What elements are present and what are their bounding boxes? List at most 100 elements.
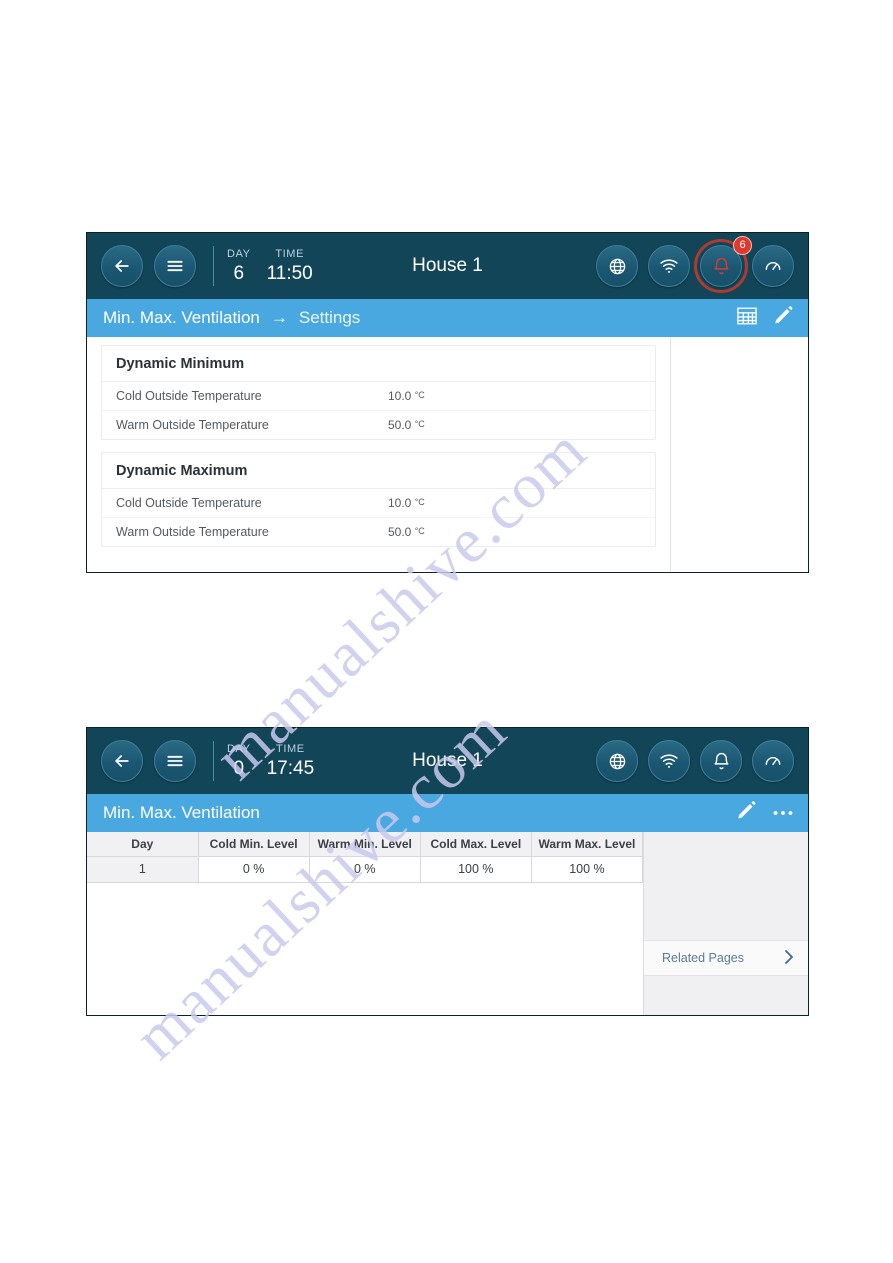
panel2-topbar: DAY 0 TIME 17:45 House 1 <box>87 728 808 794</box>
panel1-right-column <box>671 337 808 572</box>
column-header-warm-min-level[interactable]: Warm Min. Level <box>308 832 421 857</box>
cell-warm-min-level[interactable]: 0 % <box>308 855 421 883</box>
wifi-icon <box>659 751 679 771</box>
network-button[interactable] <box>596 245 638 287</box>
table-header-row: Day Cold Min. Level Warm Min. Level Cold… <box>87 832 644 857</box>
setting-label: Cold Outside Temperature <box>116 389 262 403</box>
setting-value: 50.0 °C <box>388 525 425 539</box>
panel2-subbar: Min. Max. Ventilation <box>87 794 808 832</box>
setting-row[interactable]: Cold Outside Temperature 10.0 °C <box>102 489 655 518</box>
device-screenshot-panel-2: DAY 0 TIME 17:45 House 1 Min. Max. Venti… <box>86 727 809 1016</box>
alarm-count-badge: 6 <box>733 236 752 255</box>
cell-warm-max-level[interactable]: 100 % <box>530 855 644 883</box>
ventilation-table: Day Cold Min. Level Warm Min. Level Cold… <box>87 832 644 883</box>
panel2-body: Day Cold Min. Level Warm Min. Level Cold… <box>87 832 808 1015</box>
time-cell: TIME 17:45 <box>267 742 315 781</box>
breadcrumb-arrow-icon: → <box>270 308 288 327</box>
unit-label: °C <box>414 419 425 429</box>
related-pages-label: Related Pages <box>662 951 745 965</box>
day-cell: DAY 6 <box>227 247 251 286</box>
breadcrumb-item-ventilation[interactable]: Min. Max. Ventilation <box>103 308 260 328</box>
alarm-button-wrapper[interactable]: 6 <box>694 236 752 293</box>
alarm-button[interactable] <box>700 740 742 782</box>
card-title: Dynamic Minimum <box>102 346 655 382</box>
globe-icon <box>608 257 627 276</box>
time-cell: TIME 11:50 <box>267 247 313 286</box>
table-row[interactable]: 1 0 % 0 % 100 % 100 % <box>87 855 644 883</box>
panel1-topbar: DAY 6 TIME 11:50 House 1 6 <box>87 233 808 299</box>
setting-row[interactable]: Warm Outside Temperature 50.0 °C <box>102 411 655 439</box>
panel1-topbar-actions: 6 <box>596 236 794 293</box>
panel2-subbar-actions <box>721 800 794 826</box>
unit-label: °C <box>414 497 425 507</box>
ventilation-table-container: Day Cold Min. Level Warm Min. Level Cold… <box>87 832 644 1015</box>
menu-button[interactable] <box>154 740 196 782</box>
column-header-cold-min-level[interactable]: Cold Min. Level <box>197 832 310 857</box>
panel2-sidebar: Related Pages <box>644 832 808 1015</box>
panel1-subbar-actions <box>721 305 794 331</box>
wifi-button[interactable] <box>648 740 690 782</box>
card-dynamic-maximum: Dynamic Maximum Cold Outside Temperature… <box>101 452 656 547</box>
header-divider <box>213 246 214 286</box>
day-value: 0 <box>233 757 245 779</box>
wifi-button[interactable] <box>648 245 690 287</box>
setting-label: Warm Outside Temperature <box>116 525 269 539</box>
time-label: TIME <box>275 247 305 260</box>
hamburger-menu-icon <box>165 256 185 276</box>
menu-button[interactable] <box>154 245 196 287</box>
cell-day: 1 <box>87 855 199 883</box>
performance-button[interactable] <box>752 245 794 287</box>
setting-row[interactable]: Cold Outside Temperature 10.0 °C <box>102 382 655 411</box>
cell-cold-min-level[interactable]: 0 % <box>197 855 310 883</box>
unit-label: °C <box>414 526 425 536</box>
day-time-group: DAY 0 TIME 17:45 <box>227 742 320 781</box>
setting-row[interactable]: Warm Outside Temperature 50.0 °C <box>102 518 655 546</box>
column-header-day[interactable]: Day <box>87 832 199 857</box>
time-value: 17:45 <box>266 757 315 779</box>
ellipsis-more-icon[interactable] <box>772 804 794 822</box>
arrow-left-icon <box>112 256 132 276</box>
column-header-warm-max-level[interactable]: Warm Max. Level <box>530 832 644 857</box>
globe-icon <box>608 752 627 771</box>
document-page: DAY 6 TIME 11:50 House 1 6 Min. Max. Ven… <box>0 0 893 1263</box>
column-header-cold-max-level[interactable]: Cold Max. Level <box>419 832 532 857</box>
chevron-right-icon <box>784 949 794 968</box>
panel1-subbar: Min. Max. Ventilation → Settings <box>87 299 808 337</box>
unit-label: °C <box>414 390 425 400</box>
performance-button[interactable] <box>752 740 794 782</box>
pencil-edit-icon[interactable] <box>773 305 794 331</box>
day-label: DAY <box>227 742 251 755</box>
breadcrumb-item-settings[interactable]: Settings <box>299 308 360 328</box>
pencil-edit-icon[interactable] <box>736 800 757 826</box>
related-pages-item[interactable]: Related Pages <box>644 940 808 976</box>
panel1-body: Dynamic Minimum Cold Outside Temperature… <box>87 337 808 572</box>
wifi-icon <box>659 256 679 276</box>
time-label: TIME <box>276 742 305 755</box>
hamburger-menu-icon <box>165 751 185 771</box>
card-dynamic-minimum: Dynamic Minimum Cold Outside Temperature… <box>101 345 656 440</box>
header-divider <box>213 741 214 781</box>
day-cell: DAY 0 <box>227 742 251 781</box>
arrow-left-icon <box>112 751 132 771</box>
bell-icon <box>712 752 731 771</box>
table-grid-icon[interactable] <box>736 306 758 331</box>
gauge-icon <box>763 751 783 771</box>
setting-value: 10.0 °C <box>388 389 425 403</box>
cell-cold-max-level[interactable]: 100 % <box>419 855 532 883</box>
back-button[interactable] <box>101 245 143 287</box>
setting-label: Cold Outside Temperature <box>116 496 262 510</box>
settings-content: Dynamic Minimum Cold Outside Temperature… <box>87 337 671 572</box>
breadcrumb-item-ventilation[interactable]: Min. Max. Ventilation <box>103 803 260 823</box>
panel2-topbar-actions <box>596 740 794 782</box>
time-value: 11:50 <box>266 262 313 284</box>
network-button[interactable] <box>596 740 638 782</box>
day-time-group: DAY 6 TIME 11:50 <box>227 247 319 286</box>
setting-value: 10.0 °C <box>388 496 425 510</box>
gauge-icon <box>763 256 783 276</box>
device-screenshot-panel-1: DAY 6 TIME 11:50 House 1 6 Min. Max. Ven… <box>86 232 809 573</box>
setting-label: Warm Outside Temperature <box>116 418 269 432</box>
back-button[interactable] <box>101 740 143 782</box>
day-value: 6 <box>233 262 245 284</box>
setting-value: 50.0 °C <box>388 418 425 432</box>
day-label: DAY <box>227 247 251 260</box>
